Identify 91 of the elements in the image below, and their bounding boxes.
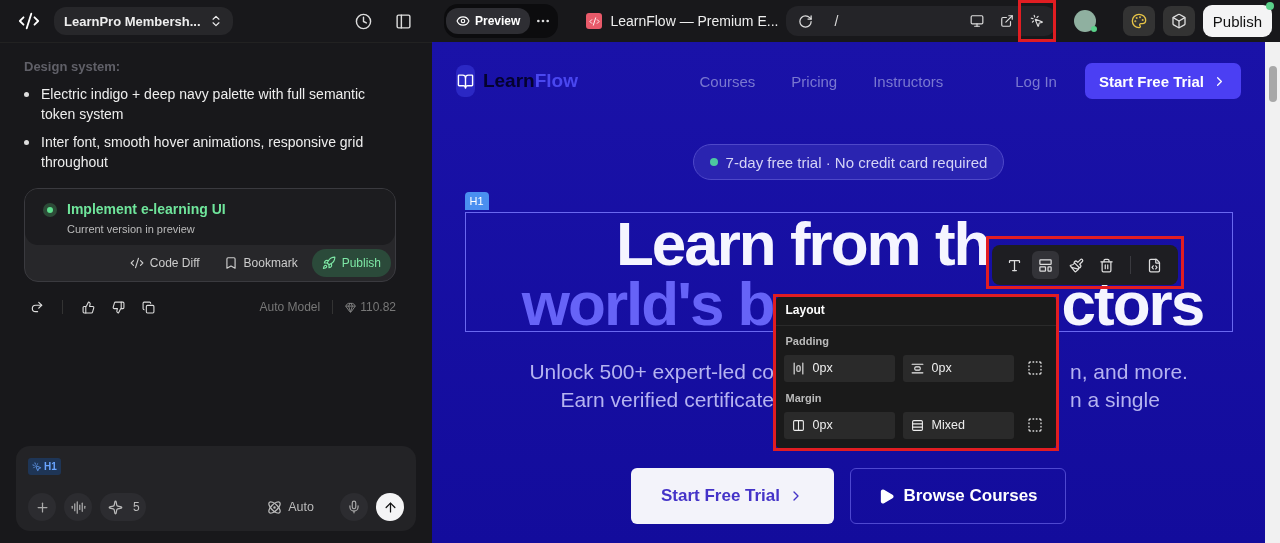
plus-icon <box>34 499 50 515</box>
rows-icon <box>910 418 924 432</box>
logo-icon <box>18 10 40 32</box>
hero-subtitle: n a single <box>1070 387 1160 413</box>
copy-icon <box>141 300 155 314</box>
address-path: / <box>833 13 840 29</box>
spacing-field[interactable]: Mixed <box>902 411 1014 439</box>
trash-icon <box>1099 257 1115 273</box>
audio-wave-icon <box>70 499 86 515</box>
design-button[interactable] <box>1122 6 1155 36</box>
code-file-icon <box>1146 257 1162 273</box>
spacing-icon <box>791 361 805 375</box>
browse-courses-button[interactable]: Browse Courses <box>850 468 1066 524</box>
status-dot <box>43 203 57 217</box>
bullet-dot <box>24 92 29 97</box>
preview-tab[interactable]: Preview <box>446 8 531 34</box>
external-link-icon <box>1000 14 1015 28</box>
code-icon <box>129 256 144 270</box>
hero-subtitle: n, and more. <box>1070 359 1188 385</box>
redo-icon <box>30 300 44 314</box>
clock-icon <box>354 12 372 30</box>
user-avatar[interactable] <box>1074 10 1097 32</box>
thumbs-up-icon <box>81 300 95 314</box>
microphone-button[interactable] <box>340 493 368 521</box>
model-mode-button[interactable]: Auto <box>261 498 320 516</box>
layout-icon <box>1037 257 1053 273</box>
play-icon <box>878 487 896 505</box>
package-button[interactable] <box>1162 6 1195 36</box>
rocket-icon <box>321 256 336 270</box>
text-icon <box>1007 257 1023 273</box>
hero-heading: world's b <box>521 275 774 333</box>
sparkle-count-button[interactable]: 5 <box>100 493 146 521</box>
spacing-field[interactable]: 0px <box>783 411 895 439</box>
hero-heading: ctors <box>1061 275 1204 333</box>
sparkle-icon <box>108 499 123 515</box>
paintbrush-icon <box>1068 257 1084 273</box>
thumbs-down-icon <box>111 300 125 314</box>
model-label: Auto Model <box>259 300 321 314</box>
bookmark-icon <box>223 256 238 270</box>
online-dot <box>1091 26 1098 32</box>
cube-icon <box>1170 13 1187 29</box>
start-trial-button[interactable]: Start Free Trial <box>631 468 834 524</box>
page-title: LearnFlow — Premium E... <box>610 13 779 29</box>
scrollbar[interactable] <box>1265 42 1280 543</box>
panel-icon <box>394 12 412 30</box>
section-label: Padding <box>784 334 830 349</box>
favicon-icon <box>586 13 603 29</box>
start-trial-button[interactable]: Start Free Trial <box>1084 63 1241 99</box>
voice-wave-button[interactable] <box>64 493 92 521</box>
section-heading: Design system: <box>24 59 122 74</box>
popover-title: Layout <box>775 297 1056 326</box>
layout-tool-button[interactable] <box>1032 251 1059 279</box>
section-label: Margin <box>784 391 823 406</box>
hero-subtitle: Unlock 500+ expert-led co <box>529 359 774 385</box>
add-button[interactable] <box>28 493 56 521</box>
hero-heading: Learn from th <box>615 215 990 273</box>
dashed-square-icon <box>1026 417 1043 433</box>
notification-dot <box>1266 2 1274 10</box>
code-action-button[interactable]: Code Diff <box>119 249 210 277</box>
gem-icon <box>345 301 357 313</box>
spacing-field[interactable]: 0px <box>902 354 1014 382</box>
trial-badge: 7-day free trial · No credit card required <box>692 144 1005 180</box>
eye-icon <box>456 14 470 28</box>
element-chip[interactable]: H1 <box>28 458 61 475</box>
palette-icon <box>1130 13 1147 29</box>
project-switcher[interactable]: LearnPro Membersh... <box>54 7 233 35</box>
version-subtitle: Current version in preview <box>67 223 196 235</box>
credits-value: 110.82 <box>360 300 396 314</box>
bullet-dot <box>24 140 29 145</box>
publish-button[interactable]: Publish <box>1202 5 1272 37</box>
bullet-text: Inter font, smooth hover animations, responsive grid throughout <box>41 133 365 172</box>
book-icon <box>456 65 475 97</box>
spacing-field[interactable]: 0px <box>783 354 895 382</box>
highlight-frame <box>1018 0 1057 42</box>
send-button[interactable] <box>376 493 404 521</box>
publish-action-button[interactable]: Publish <box>311 249 391 277</box>
version-title: Implement e-learning UI <box>67 201 226 217</box>
pointer-click-icon <box>32 461 42 472</box>
selection-tag: H1 <box>464 192 489 210</box>
spacing-icon <box>910 361 924 375</box>
reload-icon <box>797 13 813 29</box>
bookmark-action-button[interactable]: Bookmark <box>213 249 308 277</box>
pointer-click-icon <box>1030 14 1045 28</box>
hero-subtitle: Earn verified certificate <box>560 387 774 413</box>
columns-icon <box>791 418 805 432</box>
bullet-text: Electric indigo + deep navy palette with full semantic token system <box>41 85 367 124</box>
chat-composer[interactable]: H1 5 Auto <box>16 446 416 531</box>
dashed-square-icon <box>1026 360 1043 376</box>
atom-icon <box>267 499 283 515</box>
monitor-icon <box>970 14 985 28</box>
microphone-icon <box>347 500 361 514</box>
